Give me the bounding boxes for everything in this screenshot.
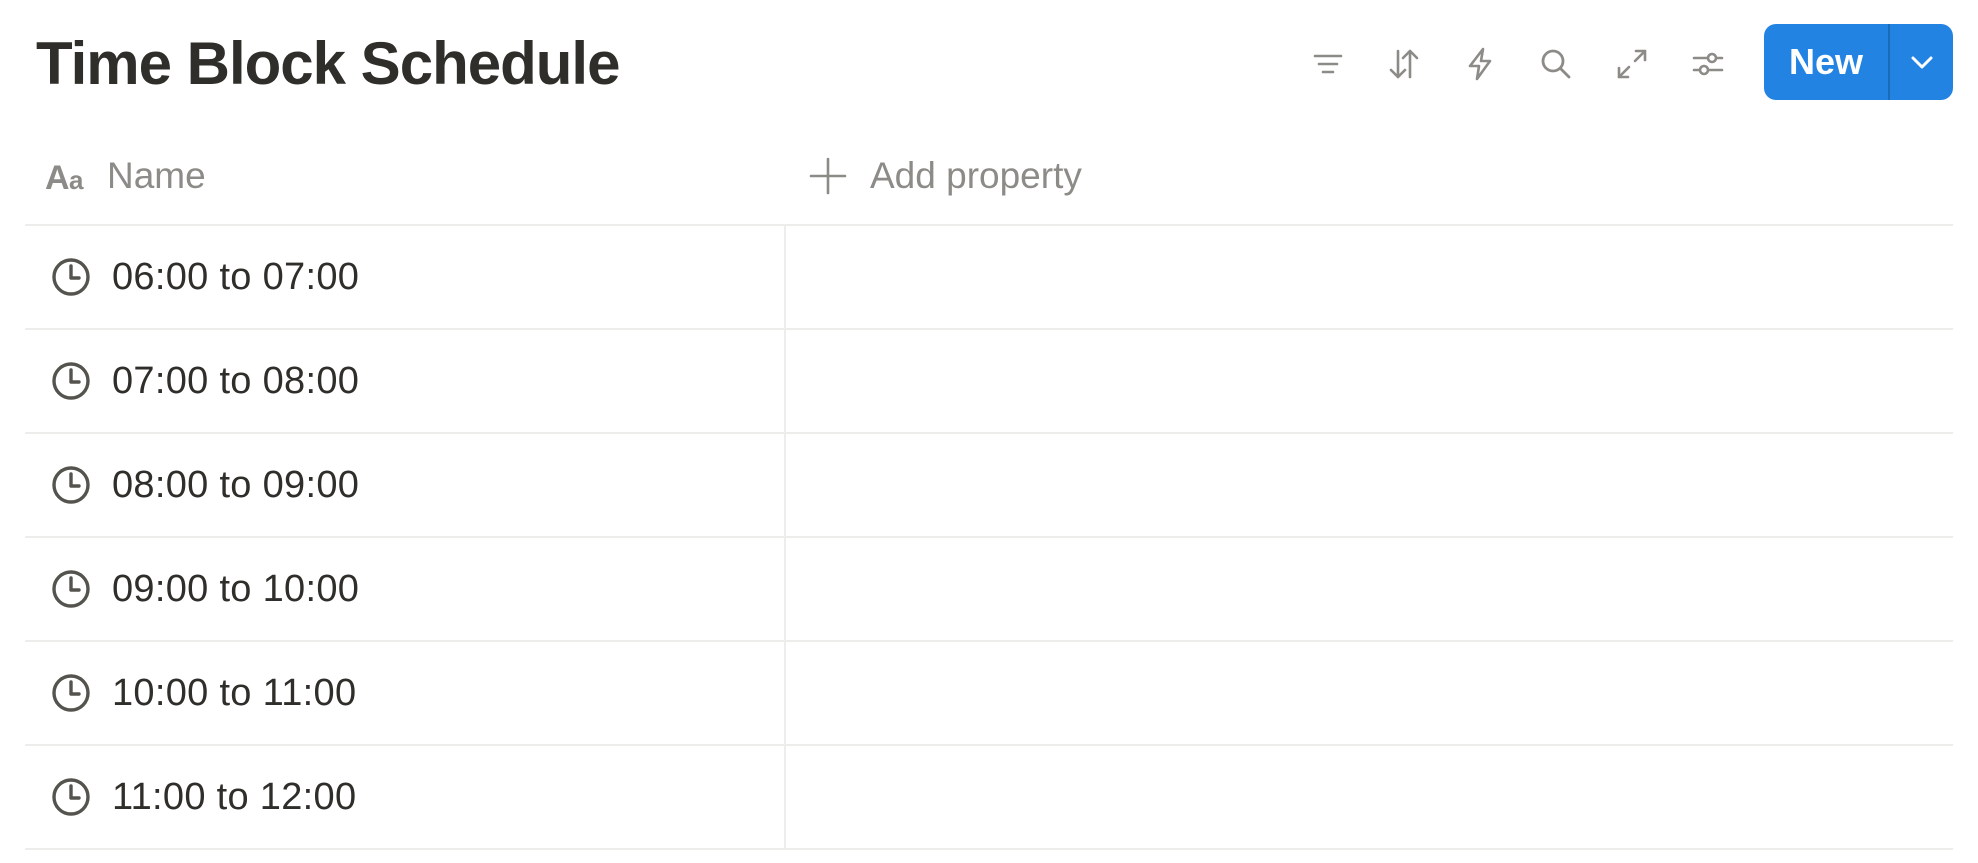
- new-button-group: New: [1764, 24, 1953, 100]
- text-property-icon: A a: [45, 156, 95, 196]
- row-empty-cell[interactable]: [786, 226, 1953, 328]
- new-button[interactable]: New: [1764, 24, 1888, 100]
- row-name-cell[interactable]: 09:00 to 10:00: [25, 538, 786, 640]
- column-header-label: Name: [107, 155, 206, 196]
- filter-icon[interactable]: [1300, 32, 1356, 96]
- add-property-label: Add property: [870, 155, 1082, 196]
- table-row: 10:00 to 11:00: [25, 642, 1953, 746]
- page-header: Time Block Schedule New: [0, 0, 1978, 128]
- clock-icon: [50, 360, 92, 402]
- row-empty-cell[interactable]: [786, 330, 1953, 432]
- sort-icon[interactable]: [1376, 32, 1432, 96]
- row-empty-cell[interactable]: [786, 538, 1953, 640]
- svg-text:a: a: [69, 165, 84, 195]
- clock-icon: [50, 568, 92, 610]
- table-header: A a Name Add property: [25, 128, 1953, 226]
- row-title: 09:00 to 10:00: [112, 567, 360, 610]
- row-name-cell[interactable]: 08:00 to 09:00: [25, 434, 786, 536]
- expand-icon[interactable]: [1604, 32, 1660, 96]
- table-row: 06:00 to 07:00: [25, 226, 1953, 330]
- plus-icon: [809, 157, 847, 195]
- row-title: 10:00 to 11:00: [112, 671, 357, 714]
- table-row: 07:00 to 08:00: [25, 330, 1953, 434]
- row-empty-cell[interactable]: [786, 434, 1953, 536]
- row-title: 08:00 to 09:00: [112, 463, 360, 506]
- add-property-button[interactable]: Add property: [808, 128, 1082, 224]
- automation-icon[interactable]: [1452, 32, 1508, 96]
- table-row: 11:00 to 12:00: [25, 746, 1953, 850]
- clock-icon: [50, 256, 92, 298]
- row-title: 07:00 to 08:00: [112, 359, 360, 402]
- clock-icon: [50, 776, 92, 818]
- row-title: 06:00 to 07:00: [112, 255, 360, 298]
- chevron-down-icon: [1911, 56, 1932, 69]
- row-title: 11:00 to 12:00: [112, 775, 357, 818]
- row-name-cell[interactable]: 07:00 to 08:00: [25, 330, 786, 432]
- page-title: Time Block Schedule: [36, 30, 620, 97]
- search-icon[interactable]: [1528, 32, 1584, 96]
- svg-text:A: A: [45, 159, 70, 196]
- clock-icon: [50, 464, 92, 506]
- row-name-cell[interactable]: 11:00 to 12:00: [25, 746, 786, 848]
- table-row: 08:00 to 09:00: [25, 434, 1953, 538]
- row-name-cell[interactable]: 06:00 to 07:00: [25, 226, 786, 328]
- settings-icon[interactable]: [1680, 32, 1736, 96]
- row-name-cell[interactable]: 10:00 to 11:00: [25, 642, 786, 744]
- database-table: A a Name Add property 06:00 to 07:00 07:…: [25, 128, 1953, 850]
- row-empty-cell[interactable]: [786, 746, 1953, 848]
- clock-icon: [50, 672, 92, 714]
- row-empty-cell[interactable]: [786, 642, 1953, 744]
- column-header-name[interactable]: A a Name: [25, 128, 786, 224]
- new-dropdown-button[interactable]: [1890, 24, 1953, 100]
- table-row: 09:00 to 10:00: [25, 538, 1953, 642]
